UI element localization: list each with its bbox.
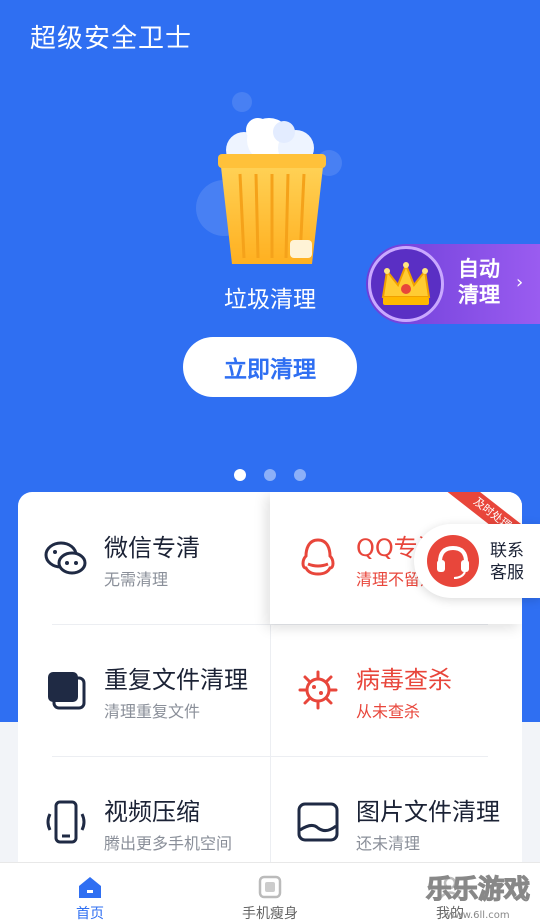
- tile-title: 微信专清: [104, 534, 200, 562]
- tile-subtitle: 腾出更多手机空间: [104, 834, 233, 853]
- app-title: 超级安全卫士: [30, 24, 193, 54]
- tile-subtitle: 清理重复文件: [104, 702, 201, 721]
- qq-icon: [301, 538, 335, 576]
- crown-icon: [381, 262, 431, 305]
- page-indicator: [0, 466, 540, 482]
- page-dot[interactable]: [294, 469, 306, 481]
- auto-clean-button[interactable]: 自动清理 ›: [366, 244, 540, 324]
- watermark-logo: 乐乐游戏 www.6ll.com: [416, 870, 540, 924]
- tab-slim[interactable]: 手机瘦身: [210, 863, 330, 924]
- trash-clean-label: 垃圾清理: [224, 287, 316, 313]
- tile-title: 图片文件清理: [356, 798, 500, 826]
- clean-now-button[interactable]: 立即清理: [183, 337, 357, 397]
- phone-video-icon: [46, 800, 86, 844]
- slim-icon: [258, 875, 282, 899]
- tile-subtitle: 无需清理: [104, 570, 169, 589]
- chevron-right-icon: ›: [516, 272, 524, 293]
- customer-service-label: 联系客服: [490, 541, 524, 583]
- tile-wechat-clean[interactable]: 微信专清 无需清理: [18, 492, 270, 624]
- watermark-url: www.6ll.com: [446, 910, 509, 921]
- tab-home[interactable]: 首页: [30, 863, 150, 924]
- tile-title: 重复文件清理: [104, 666, 248, 694]
- tile-virus-scan[interactable]: 病毒查杀 从未查杀: [270, 624, 522, 756]
- image-icon: [297, 802, 339, 842]
- tile-subtitle: 从未查杀: [356, 702, 421, 721]
- decorative-bubble: [232, 92, 252, 112]
- tile-title: 视频压缩: [104, 798, 200, 826]
- page-dot[interactable]: [264, 469, 276, 481]
- watermark-text: 乐乐游戏: [426, 875, 530, 905]
- tile-title: 病毒查杀: [356, 666, 452, 694]
- home-icon: [79, 877, 101, 898]
- customer-service-button[interactable]: 联系客服: [414, 524, 540, 598]
- crown-avatar: [368, 246, 444, 322]
- tab-label: 手机瘦身: [242, 906, 298, 922]
- duplicate-files-icon: [48, 672, 86, 710]
- trash-bin-icon[interactable]: [214, 112, 330, 272]
- tile-duplicate-files[interactable]: 重复文件清理 清理重复文件: [18, 624, 270, 756]
- virus-icon: [298, 670, 338, 710]
- headset-icon: [427, 535, 479, 587]
- wechat-icon: [44, 541, 87, 575]
- page-dot[interactable]: [234, 469, 246, 481]
- tile-subtitle: 还未清理: [356, 834, 421, 853]
- auto-clean-label: 自动清理: [458, 257, 500, 307]
- tab-label: 首页: [76, 906, 104, 922]
